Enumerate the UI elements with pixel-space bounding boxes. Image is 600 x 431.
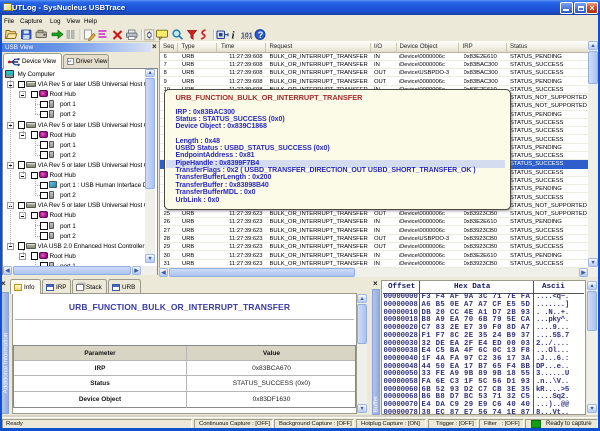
svg-text:i: i bbox=[232, 30, 236, 42]
svg-text:?: ? bbox=[258, 30, 264, 40]
